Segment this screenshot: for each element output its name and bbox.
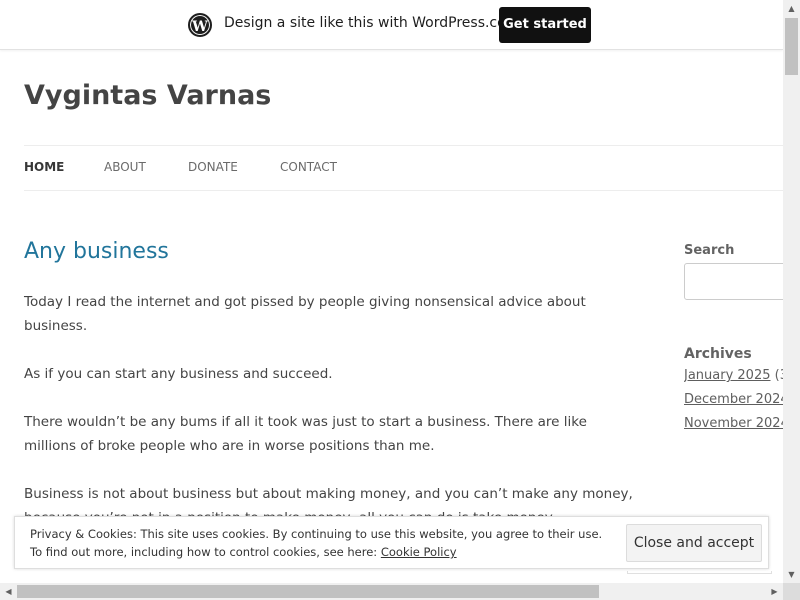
post-paragraph: Today I read the internet and got pissed… <box>24 294 586 334</box>
nav-item-donate[interactable]: DONATE <box>188 160 238 174</box>
scroll-right-icon[interactable]: ▶ <box>766 583 783 600</box>
scrollbar-corner <box>783 583 800 600</box>
post-title[interactable]: Any business <box>24 239 169 264</box>
cookie-banner-shadow <box>627 571 772 574</box>
post-content: Today I read the internet and got pissed… <box>24 290 636 554</box>
get-started-button[interactable]: Get started <box>499 7 591 43</box>
nav-item-about[interactable]: ABOUT <box>104 160 146 174</box>
archive-link-november-2024[interactable]: November 2024 <box>684 416 789 431</box>
cookie-notice-prefix: To find out more, including how to contr… <box>30 545 381 559</box>
cookie-policy-link[interactable]: Cookie Policy <box>381 545 457 559</box>
close-and-accept-button[interactable]: Close and accept <box>626 524 762 562</box>
wordpress-logo-icon[interactable]: W <box>188 13 212 37</box>
post-paragraph: As if you can start any business and suc… <box>24 366 333 382</box>
cookie-notice-line: To find out more, including how to contr… <box>30 543 602 561</box>
archive-link-december-2024[interactable]: December 2024 <box>684 392 789 407</box>
nav-item-contact[interactable]: CONTACT <box>280 160 337 174</box>
cookie-banner: Privacy & Cookies: This site uses cookie… <box>14 516 769 569</box>
cookie-notice: Privacy & Cookies: This site uses cookie… <box>30 525 602 561</box>
scroll-left-icon[interactable]: ◀ <box>0 583 17 600</box>
archives-widget-title: Archives <box>684 346 752 362</box>
vertical-scroll-thumb[interactable] <box>785 18 798 75</box>
horizontal-scroll-thumb[interactable] <box>17 585 599 598</box>
vertical-scrollbar[interactable]: ▲ ▼ <box>783 0 800 583</box>
site-title[interactable]: Vygintas Varnas <box>24 80 271 111</box>
nav-item-home[interactable]: HOME <box>24 160 64 174</box>
archive-link-january-2025[interactable]: January 2025 <box>684 368 771 383</box>
wordpress-promo-bar: W Design a site like this with WordPress… <box>0 0 783 50</box>
horizontal-scrollbar[interactable]: ◀ ▶ <box>0 583 783 600</box>
scroll-down-icon[interactable]: ▼ <box>783 566 800 583</box>
search-widget-title: Search <box>684 243 735 258</box>
scroll-up-icon[interactable]: ▲ <box>783 0 800 17</box>
post-paragraph: There wouldn’t be any bums if all it too… <box>24 414 587 454</box>
cookie-notice-line: Privacy & Cookies: This site uses cookie… <box>30 527 603 541</box>
main-navigation: HOME ABOUT DONATE CONTACT <box>24 145 783 191</box>
promo-text: Design a site like this with WordPress.c… <box>224 15 520 31</box>
